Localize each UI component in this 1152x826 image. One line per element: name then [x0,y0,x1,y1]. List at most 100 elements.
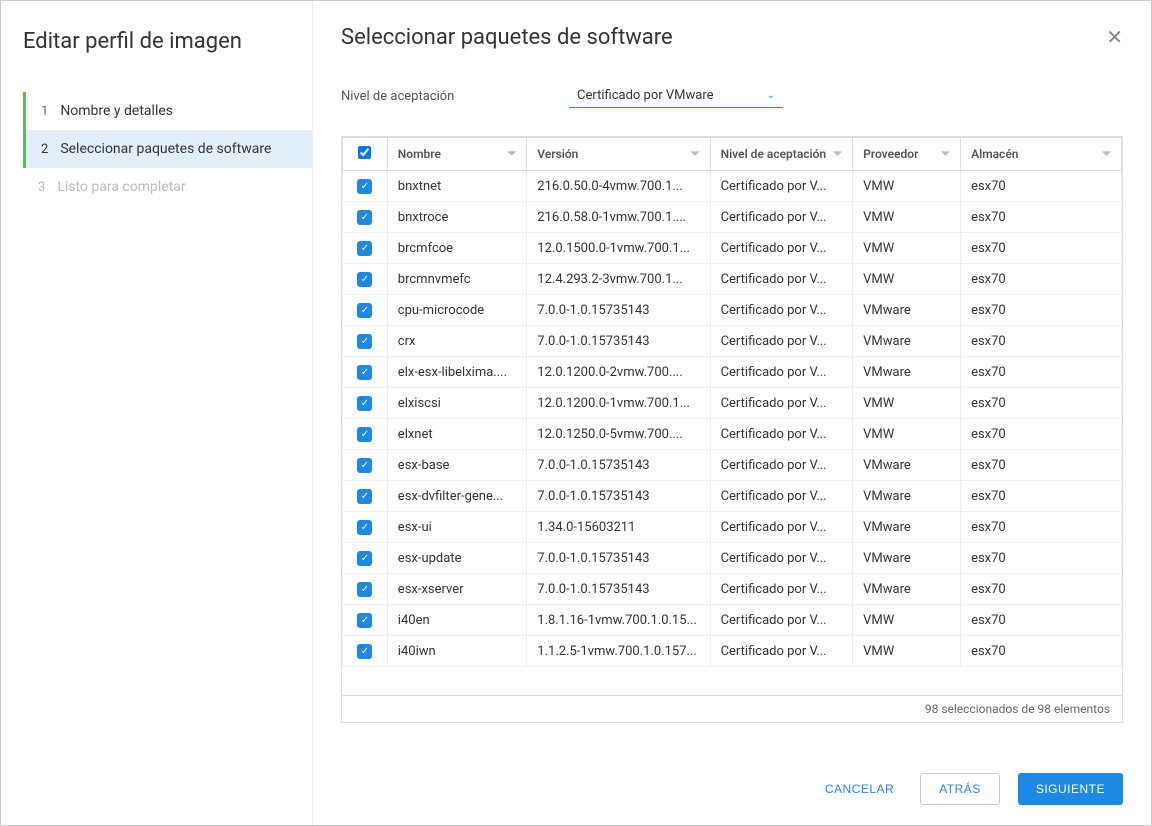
cell-name: i40iwn [387,636,527,667]
close-icon[interactable]: ✕ [1106,25,1123,49]
table-row[interactable]: ✓elxiscsi12.0.1200.0-1vmw.700.1...Certif… [343,388,1122,419]
cell-version: 7.0.0-1.0.15735143 [527,574,710,605]
cell-vendor: VMW [853,388,961,419]
cell-name: brcmnvmefc [387,264,527,295]
cell-store: esx70 [961,326,1122,357]
row-checkbox[interactable]: ✓ [357,210,372,225]
cell-store: esx70 [961,264,1122,295]
table-row[interactable]: ✓bnxtnet216.0.50.0-4vmw.700.1...Certific… [343,171,1122,202]
cell-name: esx-dvfilter-gene... [387,481,527,512]
cell-version: 1.34.0-15603211 [527,512,710,543]
cancel-button[interactable]: CANCELAR [817,774,902,804]
step-number: 1 [41,104,48,119]
cell-name: crx [387,326,527,357]
table-row[interactable]: ✓ elx-esx-libelxima....12.0.1200.0-2vmw.7… [343,357,1122,388]
wizard-sidebar: Editar perfil de imagen 1Nombre y detall… [1,1,313,825]
page-title: Seleccionar paquetes de software [341,25,673,50]
row-checkbox[interactable]: ✓ [357,582,372,597]
back-button[interactable]: ATRÁS [920,773,1000,805]
header-name[interactable]: Nombre⏷ [387,138,527,171]
wizard-step: 3Listo para completar [23,168,312,206]
cell-version: 1.1.2.5-1vmw.700.1.0.157... [527,636,710,667]
cell-store: esx70 [961,605,1122,636]
table-row[interactable]: ✓crx7.0.0-1.0.15735143Certificado por V.… [343,326,1122,357]
cell-acceptance: Certificado por V... [710,481,853,512]
table-row[interactable]: ✓ i40iwn1.1.2.5-1vmw.700.1.0.157...Certif… [343,636,1122,667]
step-number: 2 [41,142,48,157]
wizard-step[interactable]: 2Seleccionar paquetes de software [23,130,312,168]
cell-version: 12.4.293.2-3vmw.700.1... [527,264,710,295]
header-acceptance[interactable]: Nivel de aceptación⏷ [710,138,853,171]
cell-vendor: VMware [853,512,961,543]
row-checkbox[interactable]: ✓ [357,396,372,411]
acceptance-level-value: Certificado por VMware [577,88,714,103]
main-panel: Seleccionar paquetes de software ✕ Nivel… [313,1,1151,825]
table-row[interactable]: ✓esx-update7.0.0-1.0.15735143Certificado… [343,543,1122,574]
row-checkbox[interactable]: ✓ [357,644,372,659]
filter-icon[interactable]: ⏷ [507,147,516,161]
cell-acceptance: Certificado por V... [710,636,853,667]
cell-vendor: VMware [853,295,961,326]
cell-name: esx-base [387,450,527,481]
cell-store: esx70 [961,419,1122,450]
table-row[interactable]: ✓cpu-microcode7.0.0-1.0.15735143Certific… [343,295,1122,326]
table-row[interactable]: ✓i40en1.8.1.16-1vmw.700.1.0.15...Certifi… [343,605,1122,636]
cell-version: 1.8.1.16-1vmw.700.1.0.15... [527,605,710,636]
row-checkbox[interactable]: ✓ [357,179,372,194]
table-row[interactable]: ✓esx-base7.0.0-1.0.15735143Certificado p… [343,450,1122,481]
step-number: 3 [38,180,45,195]
row-checkbox[interactable]: ✓ [357,551,372,566]
cell-name: elxnet [387,419,527,450]
cell-vendor: VMW [853,202,961,233]
cell-acceptance: Certificado por V... [710,450,853,481]
table-row[interactable]: ✓elxnet12.0.1250.0-5vmw.700....Certifica… [343,419,1122,450]
cell-version: 7.0.0-1.0.15735143 [527,481,710,512]
table-row[interactable]: ✓ esx-dvfilter-gene...7.0.0-1.0.15735143C… [343,481,1122,512]
header-store[interactable]: Almacén⏷ [961,138,1122,171]
row-checkbox[interactable]: ✓ [357,241,372,256]
row-checkbox[interactable]: ✓ [357,458,372,473]
cell-store: esx70 [961,202,1122,233]
row-checkbox[interactable]: ✓ [357,427,372,442]
filter-icon[interactable]: ⏷ [833,147,842,161]
row-checkbox[interactable]: ✓ [357,365,372,380]
filter-icon[interactable]: ⏷ [691,147,700,161]
cell-vendor: VMware [853,543,961,574]
table-row[interactable]: ✓esx-xserver7.0.0-1.0.15735143Certificad… [343,574,1122,605]
cell-store: esx70 [961,543,1122,574]
cell-acceptance: Certificado por V... [710,388,853,419]
header-version[interactable]: Versión⏷ [527,138,710,171]
filter-icon[interactable]: ⏷ [1102,147,1111,161]
row-checkbox[interactable]: ✓ [357,613,372,628]
cell-store: esx70 [961,512,1122,543]
cell-vendor: VMW [853,419,961,450]
row-checkbox[interactable]: ✓ [357,303,372,318]
row-checkbox[interactable]: ✓ [357,334,372,349]
chevron-down-icon: ⌄ [767,90,775,101]
row-checkbox[interactable]: ✓ [357,272,372,287]
row-checkbox[interactable]: ✓ [357,489,372,504]
cell-name: esx-ui [387,512,527,543]
cell-acceptance: Certificado por V... [710,326,853,357]
table-row[interactable]: ✓bnxtroce216.0.58.0-1vmw.700.1....Certif… [343,202,1122,233]
cell-version: 12.0.1200.0-2vmw.700.... [527,357,710,388]
cell-acceptance: Certificado por V... [710,543,853,574]
next-button[interactable]: SIGUIENTE [1018,773,1123,805]
table-row[interactable]: ✓brcmfcoe12.0.1500.0-1vmw.700.1...Certif… [343,233,1122,264]
wizard-step[interactable]: 1 Nombre y detalles [23,92,312,130]
cell-vendor: VMware [853,326,961,357]
cell-vendor: VMware [853,574,961,605]
row-checkbox[interactable]: ✓ [357,520,372,535]
step-label: Nombre y detalles [60,103,173,119]
cell-acceptance: Certificado por V... [710,357,853,388]
select-all-checkbox[interactable] [358,146,371,159]
filter-icon[interactable]: ⏷ [941,147,950,161]
table-row[interactable]: ✓esx-ui1.34.0-15603211Certificado por V.… [343,512,1122,543]
cell-name: elx-esx-libelxima.... [387,357,527,388]
table-row[interactable]: ✓brcmnvmefc12.4.293.2-3vmw.700.1...Certi… [343,264,1122,295]
header-vendor[interactable]: Proveedor⏷ [853,138,961,171]
cell-vendor: VMware [853,357,961,388]
cell-vendor: VMware [853,450,961,481]
cell-acceptance: Certificado por V... [710,202,853,233]
acceptance-level-select[interactable]: Certificado por VMware ⌄ [569,84,783,108]
